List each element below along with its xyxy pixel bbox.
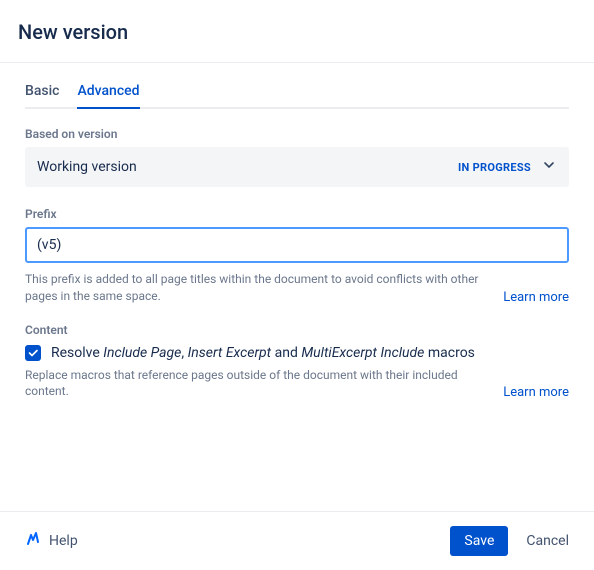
help-link[interactable]: Help: [25, 531, 78, 551]
help-icon: [25, 531, 41, 551]
cancel-button[interactable]: Cancel: [526, 533, 569, 549]
prefix-input[interactable]: [25, 227, 569, 263]
resolve-macros-label: Resolve Include Page, Insert Excerpt and…: [51, 345, 475, 361]
tabs: Basic Advanced: [25, 77, 569, 109]
prefix-label: Prefix: [25, 207, 569, 221]
content-learn-more-link[interactable]: Learn more: [503, 385, 569, 400]
status-badge: IN PROGRESS: [458, 161, 531, 174]
resolve-macros-checkbox[interactable]: [25, 345, 41, 361]
tab-advanced[interactable]: Advanced: [77, 77, 139, 109]
prefix-learn-more-link[interactable]: Learn more: [503, 290, 569, 305]
save-button[interactable]: Save: [450, 526, 508, 556]
prefix-help-text: This prefix is added to all page titles …: [25, 271, 491, 305]
content-label: Content: [25, 323, 569, 337]
based-on-value: Working version: [37, 159, 137, 175]
page-title: New version: [18, 20, 576, 44]
chevron-down-icon: [541, 157, 557, 177]
help-label: Help: [49, 533, 78, 549]
tab-basic[interactable]: Basic: [25, 77, 59, 109]
content-help-text: Replace macros that reference pages outs…: [25, 367, 491, 401]
based-on-selector[interactable]: Working version IN PROGRESS: [25, 147, 569, 187]
based-on-label: Based on version: [25, 127, 569, 141]
